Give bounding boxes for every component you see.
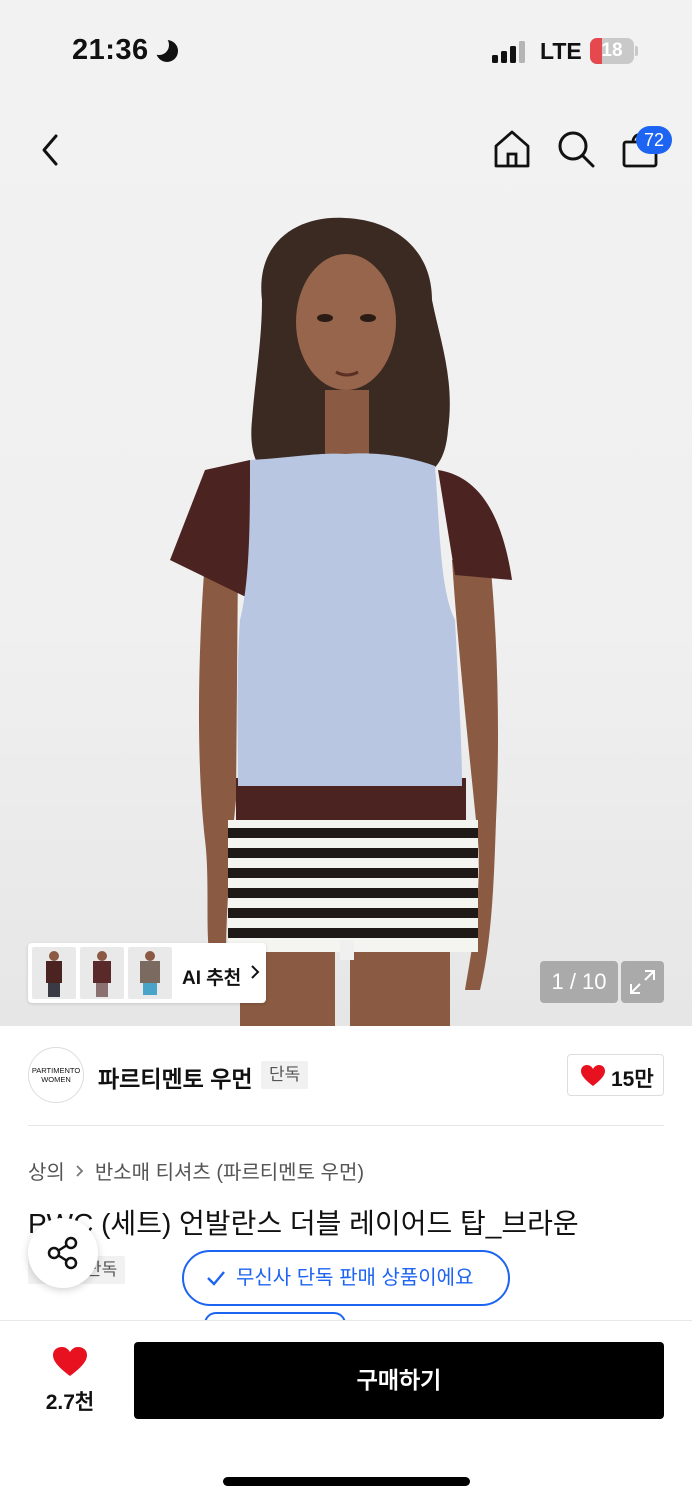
- product-title: PWC (세트) 언발란스 더블 레이어드 탑_브라운: [28, 1208, 579, 1239]
- ai-recommend-label: AI 추천: [182, 968, 242, 989]
- brand-like-count: 15만: [611, 1068, 654, 1091]
- breadcrumb-category[interactable]: 상의: [28, 1156, 65, 1185]
- moon-icon: [149, 35, 178, 62]
- signal-icon: [492, 41, 528, 63]
- share-button[interactable]: [28, 1218, 98, 1288]
- expand-button[interactable]: [621, 961, 664, 1003]
- search-icon[interactable]: [556, 128, 596, 170]
- share-icon: [47, 1236, 78, 1270]
- status-time: 21:36: [72, 34, 149, 66]
- breadcrumb: 상의 반소매 티셔츠 (파르티멘토 우먼): [28, 1156, 364, 1185]
- brand-name[interactable]: 파르티멘토 우먼: [98, 1060, 253, 1094]
- exclusive-tag: 단독: [261, 1061, 309, 1089]
- exclusive-notice-toast: 무신사 단독 판매 상품이에요: [182, 1250, 510, 1306]
- battery-level: 18: [601, 40, 623, 61]
- product-image[interactable]: 21:36 LTE 18 72 AI 추천 1 / 10: [0, 0, 692, 1026]
- status-bar: 21:36 LTE 18: [0, 0, 692, 100]
- recommend-thumbnail[interactable]: [80, 947, 124, 999]
- home-icon[interactable]: [492, 128, 532, 170]
- heart-icon[interactable]: [52, 1346, 88, 1378]
- chevron-right-icon: [76, 1164, 84, 1177]
- home-indicator: [223, 1477, 470, 1486]
- network-label: LTE: [540, 38, 582, 64]
- brand-like-button[interactable]: 15만: [567, 1054, 664, 1096]
- check-icon: [207, 1271, 225, 1286]
- buy-button[interactable]: 구매하기: [134, 1342, 664, 1419]
- chevron-right-icon: [251, 965, 260, 979]
- heart-icon: [581, 1065, 605, 1086]
- cart-count-badge: 72: [636, 126, 672, 154]
- ai-recommend-button[interactable]: AI 추천: [28, 943, 266, 1003]
- brand-logo-text-2: WOMEN: [41, 1075, 71, 1084]
- breadcrumb-subcategory[interactable]: 반소매 티셔츠 (파르티멘토 우먼): [95, 1156, 364, 1185]
- battery-cap: [635, 46, 638, 56]
- back-arrow-icon[interactable]: [36, 130, 66, 170]
- recommend-thumbnail[interactable]: [32, 947, 76, 999]
- notice-text: 무신사 단독 판매 상품이에요: [236, 1267, 474, 1289]
- image-counter: 1 / 10: [540, 961, 618, 1003]
- wish-count: 2.7천: [45, 1391, 95, 1414]
- battery-icon: 18: [590, 38, 634, 64]
- expand-icon: [630, 970, 655, 994]
- brand-logo[interactable]: PARTIMENTO WOMEN: [28, 1047, 84, 1103]
- recommend-thumbnail[interactable]: [128, 947, 172, 999]
- brand-logo-text: PARTIMENTO: [31, 1066, 81, 1075]
- divider: [28, 1125, 664, 1126]
